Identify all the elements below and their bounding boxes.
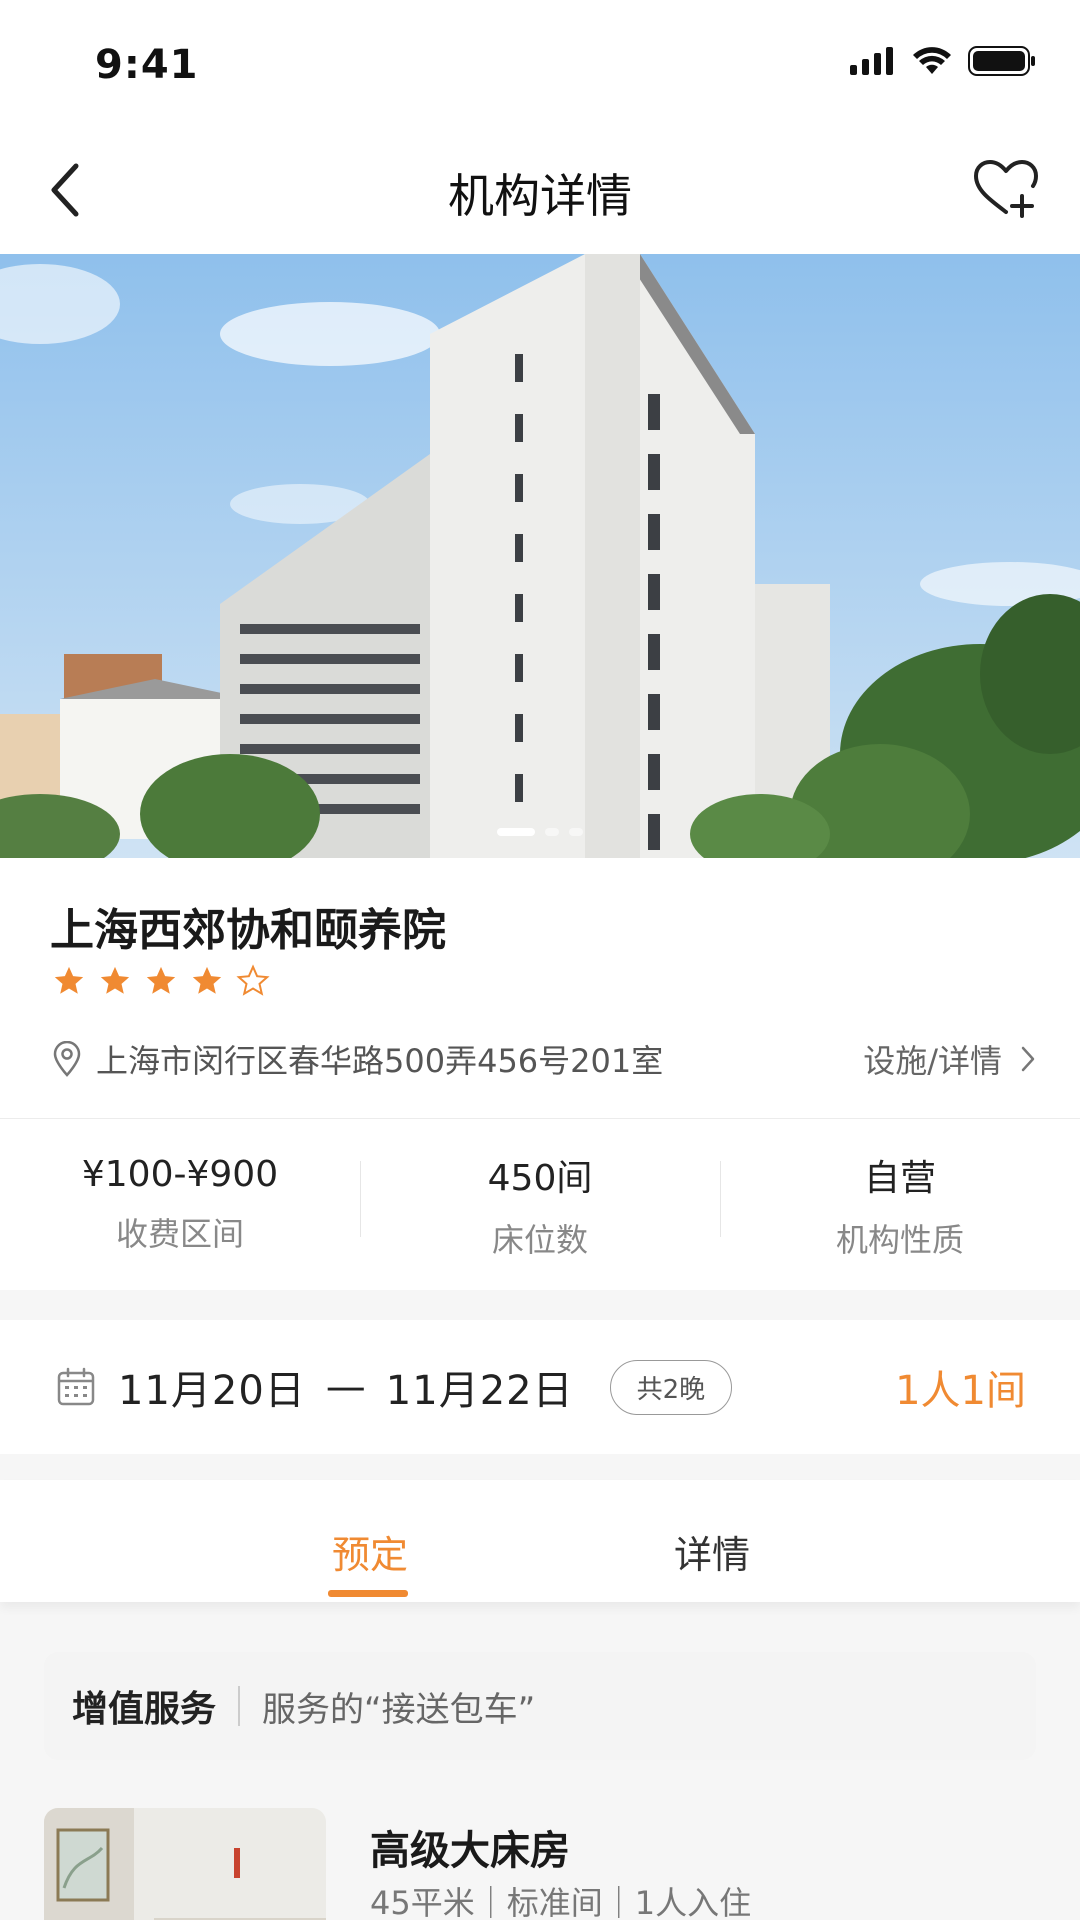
date-selector[interactable]: 11月20日 — 11月22日 共2晚 1人1间 <box>0 1320 1080 1454</box>
address-text: 上海市闵行区春华路500弄456号201室 <box>96 1042 664 1080</box>
star-filled-icon <box>146 966 176 994</box>
nights-badge: 共2晚 <box>609 1359 733 1415</box>
room-photo <box>44 1808 326 1920</box>
status-time: 9:41 <box>95 42 199 88</box>
facility-details-link[interactable]: 设施/详情 <box>863 1036 1036 1082</box>
facility-details-label: 设施/详情 <box>863 1042 1002 1080</box>
room-name: 高级大床房 <box>370 1828 570 1874</box>
carousel-indicator <box>0 828 1080 836</box>
stat-price-range: ¥100-¥900 收费区间 <box>0 1154 360 1255</box>
location-pin-icon <box>53 1041 81 1077</box>
check-out-date[interactable]: 11月22日 <box>386 1358 574 1416</box>
star-rating <box>52 964 270 998</box>
stat-label: 床位数 <box>491 1220 588 1259</box>
org-info-card: 上海西郊协和颐养院 上海市闵行区春华路500弄456号201室 设施/详情 <box>0 858 1080 1118</box>
date-separator: — <box>325 1364 366 1410</box>
nav-bar: 机构详情 <box>0 130 1080 254</box>
star-outline-icon <box>236 964 270 996</box>
carousel-dot-active <box>497 828 535 836</box>
stat-value: 450间 <box>487 1157 593 1199</box>
value-added-desc: 服务的“接送包车” <box>262 1689 536 1730</box>
tab-bar: 预定 详情 <box>0 1480 1080 1602</box>
battery-icon <box>968 46 1035 76</box>
active-tab-indicator <box>328 1590 408 1597</box>
stat-bed-count: 450间 床位数 <box>360 1149 720 1261</box>
room-card[interactable]: 高级大床房 45平米｜标准间｜1人入住 <box>44 1808 1036 1920</box>
star-filled-icon <box>192 966 222 994</box>
status-icons <box>850 46 1036 76</box>
org-name: 上海西郊协和颐养院 <box>50 905 446 956</box>
stat-value: ¥100-¥900 <box>81 1154 279 1195</box>
signal-icon <box>850 47 893 75</box>
address-row: 上海市闵行区春华路500弄456号201室 设施/详情 <box>52 1036 1036 1082</box>
value-added-service-banner[interactable]: 增值服务 服务的“接送包车” <box>44 1652 1036 1760</box>
building-photo <box>0 254 1080 858</box>
room-meta: 45平米｜标准间｜1人入住 <box>370 1884 752 1920</box>
add-favorite-button[interactable] <box>972 158 1042 222</box>
page-title: 机构详情 <box>448 169 632 223</box>
star-filled-icon <box>100 966 130 994</box>
status-bar: 9:41 <box>0 0 1080 130</box>
guests-rooms-selector[interactable]: 1人1间 <box>895 1358 1026 1416</box>
check-in-date[interactable]: 11月20日 <box>118 1358 306 1416</box>
hero-carousel[interactable] <box>0 254 1080 858</box>
stat-value: 自营 <box>863 1157 936 1199</box>
room-thumbnail <box>44 1808 326 1920</box>
tab-book[interactable]: 预定 <box>332 1524 408 1579</box>
chevron-right-icon <box>1021 1046 1035 1072</box>
divider <box>238 1686 241 1726</box>
value-added-title: 增值服务 <box>72 1689 217 1730</box>
tab-detail[interactable]: 详情 <box>674 1524 750 1579</box>
star-filled-icon <box>54 966 84 994</box>
stat-label: 收费区间 <box>115 1215 244 1253</box>
calendar-icon <box>57 1367 95 1406</box>
carousel-dot <box>569 828 583 836</box>
wifi-icon <box>913 47 951 74</box>
heart-plus-icon <box>974 160 1038 218</box>
stat-org-type: 自营 机构性质 <box>720 1149 1080 1261</box>
stats-row: ¥100-¥900 收费区间 450间 床位数 自营 机构性质 <box>0 1118 1080 1290</box>
stat-label: 机构性质 <box>835 1220 964 1259</box>
carousel-dot <box>545 828 559 836</box>
